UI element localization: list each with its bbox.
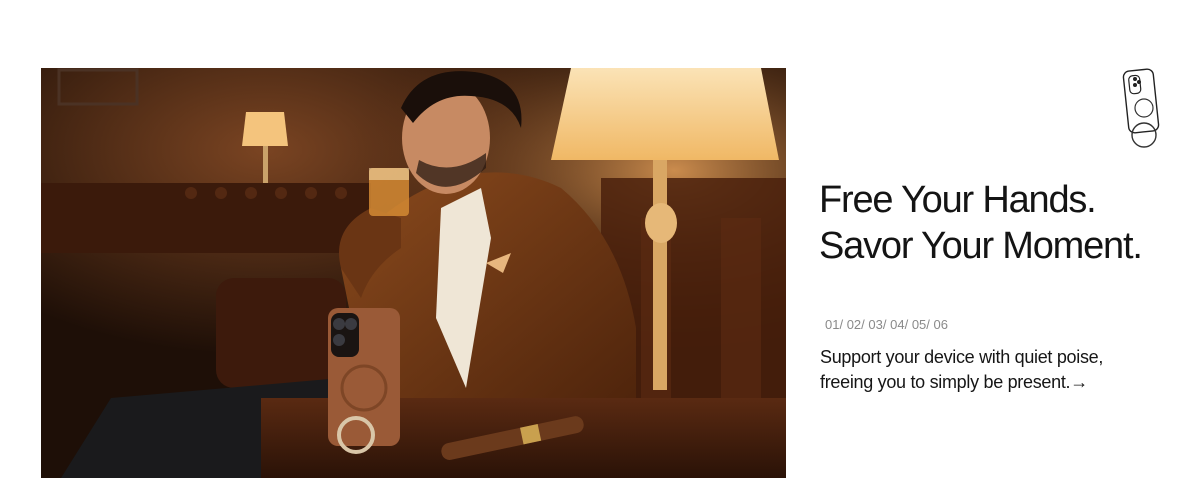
description-line-1: Support your device with quiet poise,	[820, 347, 1104, 367]
description-line-2: freeing you to simply be present.→	[820, 370, 1190, 395]
slide-pager: 01/ 02/ 03/ 04/ 05/ 06	[825, 317, 948, 335]
phone-case-ring-icon[interactable]	[1122, 68, 1166, 152]
headline-line-2: Savor Your Moment.	[819, 225, 1143, 267]
arrow-right-icon[interactable]: →	[1070, 372, 1088, 392]
description-line-2-text: freeing you to simply be present.	[820, 372, 1071, 392]
pager-item-02[interactable]: 02/	[847, 317, 865, 335]
pager-item-05[interactable]: 05/	[912, 317, 930, 335]
hero-photo	[41, 68, 786, 478]
pager-item-03[interactable]: 03/	[868, 317, 886, 335]
pager-item-06[interactable]: 06	[934, 317, 948, 335]
description: Support your device with quiet poise, fr…	[820, 345, 1190, 395]
headline-line-1: Free Your Hands.	[819, 179, 1097, 221]
pager-item-04[interactable]: 04/	[890, 317, 908, 335]
lounge-scene-illustration	[41, 68, 786, 478]
headline: Free Your Hands. Savor Your Moment.	[819, 177, 1194, 269]
pager-item-01[interactable]: 01/	[825, 317, 843, 335]
